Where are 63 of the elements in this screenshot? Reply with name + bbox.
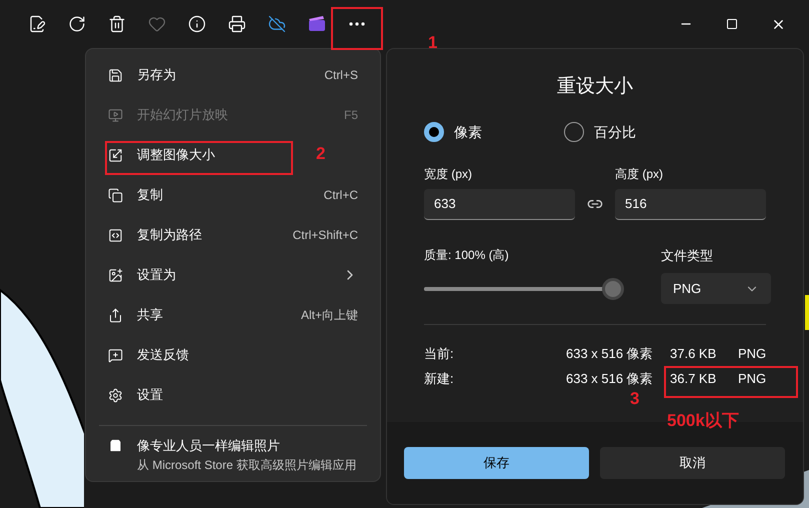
height-label: 高度 (px) bbox=[615, 166, 664, 182]
quality-label: 质量: 100% (高) bbox=[424, 246, 510, 264]
copy-icon bbox=[108, 188, 123, 202]
annotation-box bbox=[331, 7, 383, 50]
file-size-text: 36.7 KB bbox=[670, 370, 718, 388]
menu-item[interactable]: 共享 bbox=[108, 305, 163, 325]
menu-item[interactable]: 发送反馈 bbox=[108, 345, 189, 365]
promo-title: 像专业人员一样编辑照片 bbox=[137, 437, 281, 455]
printer-icon bbox=[228, 15, 246, 33]
maximize-icon bbox=[726, 18, 738, 30]
more-icon bbox=[349, 22, 365, 26]
annotation-number: 3 bbox=[630, 388, 640, 410]
annotation-number: 1 bbox=[428, 32, 438, 54]
info-label: 新建: bbox=[424, 370, 455, 388]
menu-item[interactable]: 调整图像大小 bbox=[108, 145, 215, 165]
format-text: PNG bbox=[738, 370, 766, 388]
settings-icon bbox=[108, 388, 123, 402]
dialog-title: 重设大小 bbox=[556, 75, 634, 99]
unit-radio[interactable]: 像素 bbox=[424, 122, 482, 142]
annotation-number: 2 bbox=[316, 143, 326, 165]
shortcut-text: Ctrl+Shift+C bbox=[292, 227, 358, 244]
clapperboard-icon bbox=[308, 16, 326, 32]
cloud-icon bbox=[268, 15, 286, 33]
trash-icon bbox=[108, 15, 126, 33]
cancel-button[interactable]: 取消 bbox=[600, 447, 785, 479]
annotation-note: 500k以下 bbox=[667, 410, 739, 432]
file-size-text: 37.6 KB bbox=[670, 344, 718, 363]
feedback-icon bbox=[108, 348, 123, 362]
shortcut-text: F5 bbox=[344, 107, 358, 124]
artwork-edge bbox=[805, 295, 809, 330]
save-icon bbox=[108, 68, 123, 82]
menu-item[interactable]: 设置为 bbox=[108, 265, 358, 285]
slider-thumb[interactable] bbox=[602, 278, 624, 300]
width-label: 宽度 (px) bbox=[424, 166, 473, 182]
width-field[interactable]: 633 bbox=[424, 188, 575, 220]
promo-subtitle: 从 Microsoft Store 获取高级照片编辑应用 bbox=[137, 456, 356, 474]
file-type-label: 文件类型 bbox=[661, 246, 714, 264]
share-icon bbox=[108, 308, 123, 322]
height-field[interactable]: 516 bbox=[615, 188, 766, 220]
info-icon bbox=[188, 15, 206, 33]
rotate-icon bbox=[68, 15, 86, 33]
shortcut-text: Ctrl+S bbox=[324, 67, 358, 84]
quality-slider[interactable] bbox=[424, 278, 624, 300]
save-button[interactable]: 保存 bbox=[404, 447, 589, 479]
edit-image-icon bbox=[28, 15, 46, 33]
dimensions-text: 633 x 516 像素 bbox=[566, 370, 654, 388]
file-type-dropdown[interactable]: PNG bbox=[661, 273, 771, 304]
path-icon bbox=[108, 228, 123, 242]
menu-item[interactable]: 复制为路径 bbox=[108, 225, 202, 245]
format-text: PNG bbox=[738, 344, 766, 363]
slideshow-icon bbox=[108, 108, 123, 122]
store-promo-item[interactable]: 像专业人员一样编辑照片 从 Microsoft Store 获取高级照片编辑应用 bbox=[86, 436, 380, 474]
image-icon bbox=[108, 268, 123, 282]
menu-item[interactable]: 另存为 bbox=[108, 65, 176, 85]
shortcut-text: Alt+向上键 bbox=[300, 307, 358, 324]
dimensions-text: 633 x 516 像素 bbox=[566, 344, 654, 363]
shortcut-text: Ctrl+C bbox=[324, 187, 358, 204]
info-label: 当前: bbox=[424, 344, 455, 363]
menu-item[interactable]: 设置 bbox=[108, 385, 163, 405]
heart-icon bbox=[148, 15, 166, 33]
menu-item[interactable]: 复制 bbox=[108, 185, 163, 205]
resize-icon bbox=[108, 148, 123, 162]
unit-radio[interactable]: 百分比 bbox=[564, 122, 636, 142]
